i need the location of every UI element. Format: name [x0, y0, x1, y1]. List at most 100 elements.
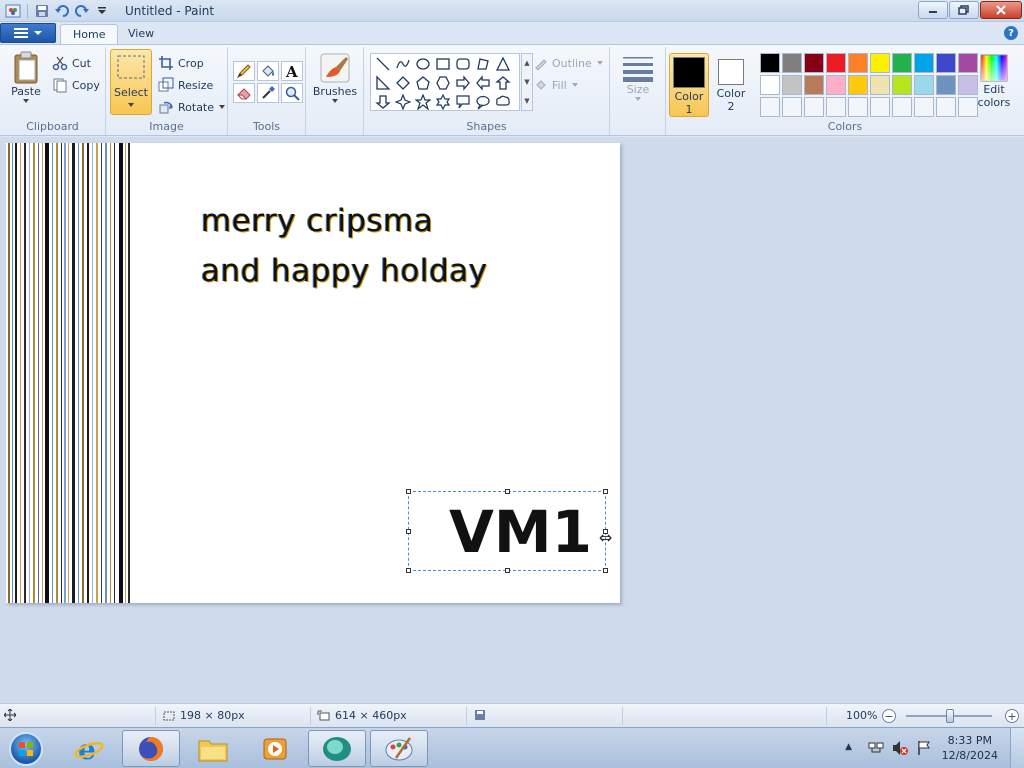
palette-color-swatch[interactable] — [760, 75, 780, 95]
taskbar-internet-explorer[interactable]: e — [60, 730, 118, 767]
start-button[interactable] — [4, 730, 48, 768]
minimize-button[interactable] — [918, 1, 948, 19]
resize-handle[interactable] — [603, 489, 608, 494]
zoom-in-button[interactable]: + — [1005, 709, 1019, 723]
select-button[interactable]: Select — [110, 49, 152, 115]
palette-color-swatch[interactable] — [936, 53, 956, 73]
magnifier-icon[interactable] — [281, 83, 303, 103]
paint-app-icon[interactable] — [4, 2, 22, 20]
close-button[interactable] — [980, 1, 1022, 19]
taskbar-media-player[interactable] — [246, 730, 304, 767]
line-shape-icon[interactable] — [373, 54, 393, 73]
outline-button[interactable]: Outline — [534, 53, 604, 73]
custom-color-slot[interactable] — [914, 97, 934, 117]
curve-shape-icon[interactable] — [393, 54, 413, 73]
resize-button[interactable]: Resize — [158, 75, 213, 95]
color2-button[interactable]: Color 2 — [711, 53, 751, 117]
palette-color-swatch[interactable] — [848, 75, 868, 95]
custom-color-slot[interactable] — [760, 97, 780, 117]
scroll-up-icon[interactable]: ▲ — [524, 59, 529, 67]
taskbar-paint[interactable] — [370, 730, 428, 767]
size-button[interactable]: Size — [618, 53, 658, 102]
network-icon[interactable] — [868, 740, 884, 759]
scroll-down-icon[interactable]: ▼ — [524, 78, 529, 86]
resize-handle[interactable] — [603, 568, 608, 573]
taskbar-green-app[interactable] — [308, 730, 366, 767]
system-clock[interactable]: 8:33 PM 12/8/2024 — [942, 733, 998, 763]
palette-color-swatch[interactable] — [892, 75, 912, 95]
up-arrow-shape-icon[interactable] — [493, 73, 513, 92]
custom-color-slot[interactable] — [892, 97, 912, 117]
paste-button[interactable]: Paste — [6, 51, 46, 104]
custom-color-slot[interactable] — [804, 97, 824, 117]
palette-color-swatch[interactable] — [804, 53, 824, 73]
show-hidden-icons-icon[interactable]: ▲ — [845, 742, 852, 752]
pentagon-shape-icon[interactable] — [413, 73, 433, 92]
color-picker-icon[interactable] — [257, 83, 279, 103]
copy-button[interactable]: Copy — [52, 75, 100, 95]
rounded-rectangle-shape-icon[interactable] — [453, 54, 473, 73]
help-icon[interactable]: ? — [1004, 26, 1018, 40]
tab-view[interactable]: View — [116, 24, 166, 44]
custom-color-slot[interactable] — [782, 97, 802, 117]
palette-color-swatch[interactable] — [914, 75, 934, 95]
resize-handle[interactable] — [505, 489, 510, 494]
palette-color-swatch[interactable] — [936, 75, 956, 95]
taskbar-firefox[interactable] — [122, 730, 180, 767]
brushes-button[interactable]: Brushes — [312, 51, 358, 104]
zoom-slider-thumb[interactable] — [946, 709, 954, 723]
oval-shape-icon[interactable] — [413, 54, 433, 73]
palette-color-swatch[interactable] — [804, 75, 824, 95]
palette-color-swatch[interactable] — [892, 53, 912, 73]
custom-color-slot[interactable] — [870, 97, 890, 117]
palette-color-swatch[interactable] — [760, 53, 780, 73]
left-arrow-shape-icon[interactable] — [473, 73, 493, 92]
resize-handle[interactable] — [406, 529, 411, 534]
action-center-flag-icon[interactable] — [916, 740, 932, 759]
resize-handle[interactable] — [406, 568, 411, 573]
palette-color-swatch[interactable] — [826, 75, 846, 95]
right-arrow-shape-icon[interactable] — [453, 73, 473, 92]
five-point-star-shape-icon[interactable] — [413, 92, 433, 111]
rectangular-callout-shape-icon[interactable] — [453, 92, 473, 111]
text-tool-icon[interactable]: A — [281, 61, 303, 81]
cloud-callout-shape-icon[interactable] — [493, 92, 513, 111]
palette-color-swatch[interactable] — [782, 53, 802, 73]
show-desktop-button[interactable] — [1010, 728, 1024, 768]
undo-icon[interactable] — [53, 2, 71, 20]
crop-button[interactable]: Crop — [158, 53, 204, 73]
palette-color-swatch[interactable] — [782, 75, 802, 95]
hexagon-shape-icon[interactable] — [433, 73, 453, 92]
fill-button[interactable]: Fill — [534, 75, 579, 95]
custom-color-slot[interactable] — [848, 97, 868, 117]
palette-color-swatch[interactable] — [914, 53, 934, 73]
custom-color-slot[interactable] — [936, 97, 956, 117]
cut-button[interactable]: Cut — [52, 53, 91, 73]
edit-colors-button[interactable]: Edit colors — [974, 53, 1014, 109]
drawing-canvas[interactable]: merry cripsma and happy holday VM1 ⇔ — [6, 143, 620, 603]
palette-color-swatch[interactable] — [826, 53, 846, 73]
four-point-star-shape-icon[interactable] — [393, 92, 413, 111]
rotate-button[interactable]: Rotate — [158, 97, 226, 117]
palette-color-swatch[interactable] — [870, 75, 890, 95]
resize-handle[interactable] — [406, 489, 411, 494]
color1-button[interactable]: Color 1 — [669, 53, 709, 117]
text-selection-box[interactable]: VM1 — [406, 489, 608, 573]
tab-home[interactable]: Home — [60, 24, 119, 44]
taskbar-file-explorer[interactable] — [184, 730, 242, 767]
shapes-gallery-scroll[interactable]: ▲ ▼ ▼ — [521, 53, 533, 111]
resize-handle[interactable] — [505, 568, 510, 573]
palette-color-swatch[interactable] — [848, 53, 868, 73]
oval-callout-shape-icon[interactable] — [473, 92, 493, 111]
zoom-out-button[interactable]: − — [882, 709, 896, 723]
eraser-icon[interactable] — [233, 83, 255, 103]
down-arrow-shape-icon[interactable] — [373, 92, 393, 111]
save-icon[interactable] — [33, 2, 51, 20]
polygon-shape-icon[interactable] — [473, 54, 493, 73]
volume-muted-icon[interactable] — [892, 740, 908, 759]
fill-bucket-icon[interactable] — [257, 61, 279, 81]
redo-icon[interactable] — [73, 2, 91, 20]
paint-menu-button[interactable] — [0, 23, 56, 43]
rectangle-shape-icon[interactable] — [433, 54, 453, 73]
palette-color-swatch[interactable] — [870, 53, 890, 73]
